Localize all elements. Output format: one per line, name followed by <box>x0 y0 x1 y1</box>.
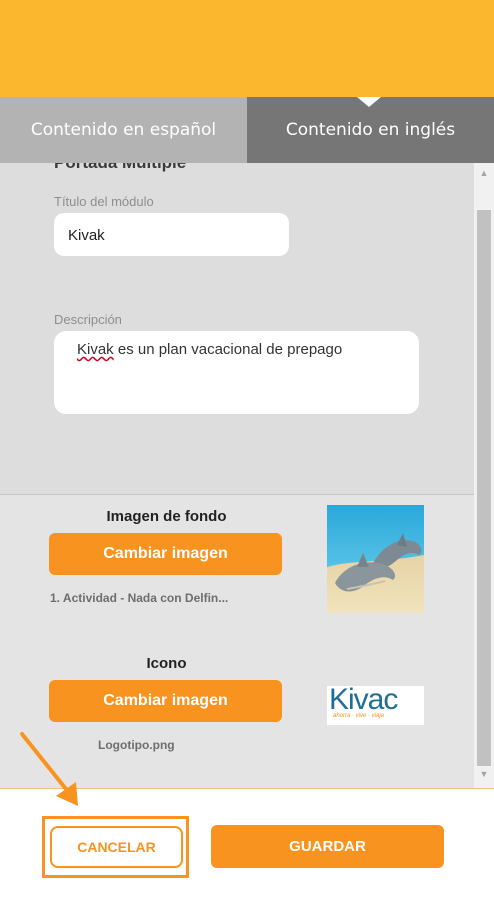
pointer-arrow-icon <box>20 732 78 806</box>
change-background-image-button[interactable]: Cambiar imagen <box>49 533 282 575</box>
scroll-up-arrow-icon[interactable]: ▲ <box>474 163 494 183</box>
dolphin-photo <box>327 505 424 613</box>
description-field-label: Descripción <box>54 312 122 327</box>
background-image-filename: 1. Actividad - Nada con Delfin... <box>50 591 229 605</box>
tab-english-label: Contenido en inglés <box>285 120 456 140</box>
title-input-value: Kivak <box>68 227 105 244</box>
save-button[interactable]: GUARDAR <box>211 825 444 868</box>
change-background-image-label: Cambiar imagen <box>103 545 228 562</box>
logo-tagline: ahorra · vive · viaja <box>333 713 385 719</box>
background-image-label: Imagen de fondo <box>106 508 227 525</box>
cancel-button-label: CANCELAR <box>77 839 156 855</box>
misspelled-word: Kivak <box>77 341 114 358</box>
change-icon-image-button[interactable]: Cambiar imagen <box>49 680 282 722</box>
background-image-thumbnail <box>327 505 424 613</box>
icon-thumbnail: Kivac ahorra · vive · viaja <box>327 686 424 725</box>
title-input[interactable]: Kivak <box>54 213 289 256</box>
cancel-button[interactable]: CANCELAR <box>50 826 183 868</box>
icon-label: Icono <box>146 655 187 672</box>
tab-english-content[interactable]: Contenido en inglés <box>247 97 494 163</box>
save-button-label: GUARDAR <box>289 838 366 855</box>
scrollbar-thumb[interactable] <box>477 210 491 766</box>
tab-spanish-label: Contenido en español <box>30 120 217 140</box>
vertical-scrollbar[interactable]: ▲ ▼ <box>474 163 494 788</box>
description-textarea[interactable]: Kivak es un plan vacacional de prepago <box>54 331 419 414</box>
description-value: es un plan vacacional de prepago <box>113 341 343 358</box>
language-tabs: Contenido en español Contenido en inglés <box>0 97 494 163</box>
icon-filename: Logotipo.png <box>98 738 175 752</box>
active-tab-indicator <box>357 97 381 107</box>
change-icon-image-label: Cambiar imagen <box>103 692 228 709</box>
title-field-label: Título del módulo <box>54 194 154 209</box>
tab-spanish-content[interactable]: Contenido en español <box>0 97 247 163</box>
section-title: Portada Múltiple <box>54 163 186 173</box>
content-panel: Portada Múltiple Título del módulo Kivak… <box>0 163 474 788</box>
scroll-down-arrow-icon[interactable]: ▼ <box>474 764 494 784</box>
module-form: Portada Múltiple Título del módulo Kivak… <box>0 163 474 495</box>
header-bar <box>0 0 494 97</box>
